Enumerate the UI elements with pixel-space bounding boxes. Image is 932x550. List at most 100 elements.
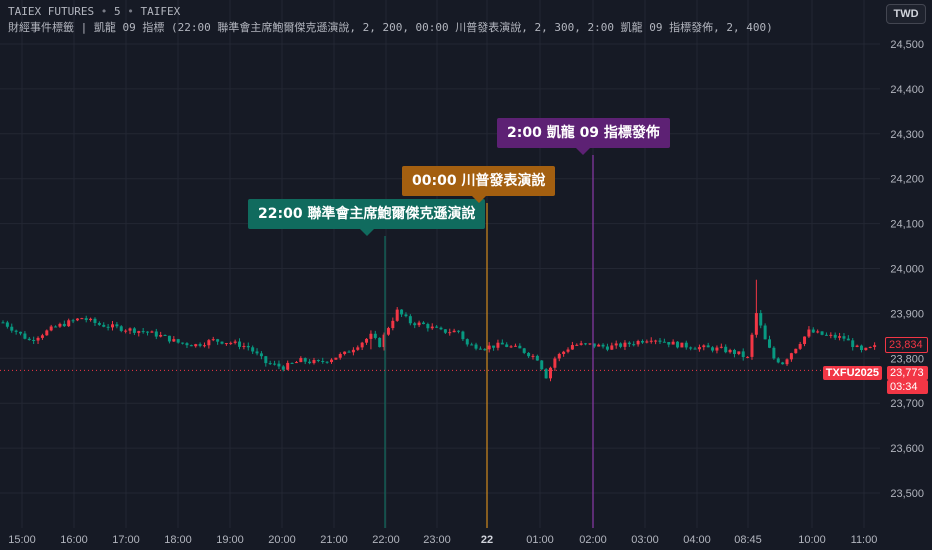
candle-body [338,354,342,358]
candle-body [238,341,242,347]
interval-label[interactable]: 5 [114,5,121,18]
candle-body [443,329,447,333]
candle-body [154,331,158,337]
candle-body [732,349,736,355]
currency-button[interactable]: TWD [886,4,926,24]
candle-body [58,323,62,327]
candle-body [833,334,837,338]
candle-body [531,355,535,357]
event-label-powell[interactable]: 22:00 聯準會主席鮑爾傑克遜演說 [248,199,486,236]
candle-body [93,318,97,323]
separator-dot: • [127,5,141,18]
candle-body [741,351,745,358]
candle-body [829,334,833,336]
candle-body [106,326,110,328]
candle-body [671,341,675,345]
candle-body [281,366,285,370]
time-axis-tick: 03:00 [631,534,659,546]
candle-body [807,329,811,337]
candle-body [426,324,430,329]
candle-body [614,343,618,346]
candle-body [251,347,255,352]
candle-body [102,324,106,327]
candle-body [54,326,58,328]
price-axis-tick: 23,800 [890,353,924,365]
chart-window[interactable]: 24,500 24,400 24,300 24,200 24,100 24,000 23,9… [0,0,932,550]
candle-body [658,340,662,342]
candle-body [824,334,828,336]
candle-body [124,330,128,332]
candle-body [167,335,171,342]
candle-body [224,343,228,345]
candle-body [667,342,671,345]
candle-body [132,328,136,333]
candle-body [435,326,439,328]
symbol-line[interactable]: TAIEX FUTURES • 5 • TAIFEX [8,4,773,20]
indicator-legend[interactable]: 財經事件標籤 | 凱龍 09 指標 (22:00 聯準會主席鮑爾傑克遜演說, 2… [8,20,773,36]
candle-body [111,324,114,328]
candle-body [207,340,211,346]
candle-body [676,341,680,348]
candle-body [89,318,93,321]
candle-body [5,322,9,327]
candle-body [842,336,846,339]
candle-body [684,342,688,348]
event-label-indicator[interactable]: 2:00 凱龍 09 指標發佈 [497,118,670,155]
candle-body [816,331,820,333]
candle-body [868,346,872,348]
candle-body [294,362,298,364]
price-axis-tick: 24,500 [890,39,924,51]
candle-body [343,351,347,355]
candle-body [605,346,609,350]
event-label-trump[interactable]: 00:00 川普發表演說 [402,166,556,203]
countdown-label: 03:34 [887,380,928,394]
candle-body [798,344,802,349]
candle-body [408,316,412,324]
candle-body [461,331,465,340]
candle-body [588,343,592,345]
candle-body [268,363,272,365]
candle-body [645,341,649,343]
candle-body [623,342,627,347]
price-axis-tick: 23,600 [890,443,924,455]
candle-body [146,331,150,333]
candle-body [62,323,66,327]
candle-body [32,340,36,342]
price-axis-tick: 24,400 [890,84,924,96]
candle-body [855,345,859,348]
candle-body [535,355,539,361]
candle-body [540,360,544,370]
candle-body [115,324,119,327]
candle-body [820,331,824,335]
candle-body [505,344,509,347]
candle-body [632,344,636,346]
chart-canvas[interactable]: 24,500 24,400 24,300 24,200 24,100 24,000 23,9… [0,0,932,550]
candle-body [715,347,719,351]
candle-body [487,345,491,350]
candle-body [334,357,338,360]
candle-body [500,342,504,345]
candle-body [483,349,487,351]
separator-dot: • [100,5,114,18]
candle-body [627,342,631,345]
candle-body [846,338,850,341]
time-axis-tick: 20:00 [268,534,296,546]
candle-body [36,337,40,341]
symbol-name[interactable]: TAIEX FUTURES [8,5,94,18]
candle-body [719,346,723,348]
time-axis-tick: 04:00 [683,534,711,546]
candle-body [233,341,237,343]
time-axis-tick: 01:00 [526,534,554,546]
candle-body [369,333,373,339]
candle-body [781,362,785,365]
time-axis-tick: 02:00 [579,534,607,546]
contract-label: TXFU2025 [822,366,882,380]
candle-body [763,325,767,340]
candle-body [597,344,601,347]
candle-body [159,334,163,337]
time-axis-tick: 21:00 [320,534,348,546]
candle-body [584,343,588,345]
candle-body [654,340,658,342]
time-axis-tick: 10:00 [798,534,826,546]
candle-body [759,313,763,326]
